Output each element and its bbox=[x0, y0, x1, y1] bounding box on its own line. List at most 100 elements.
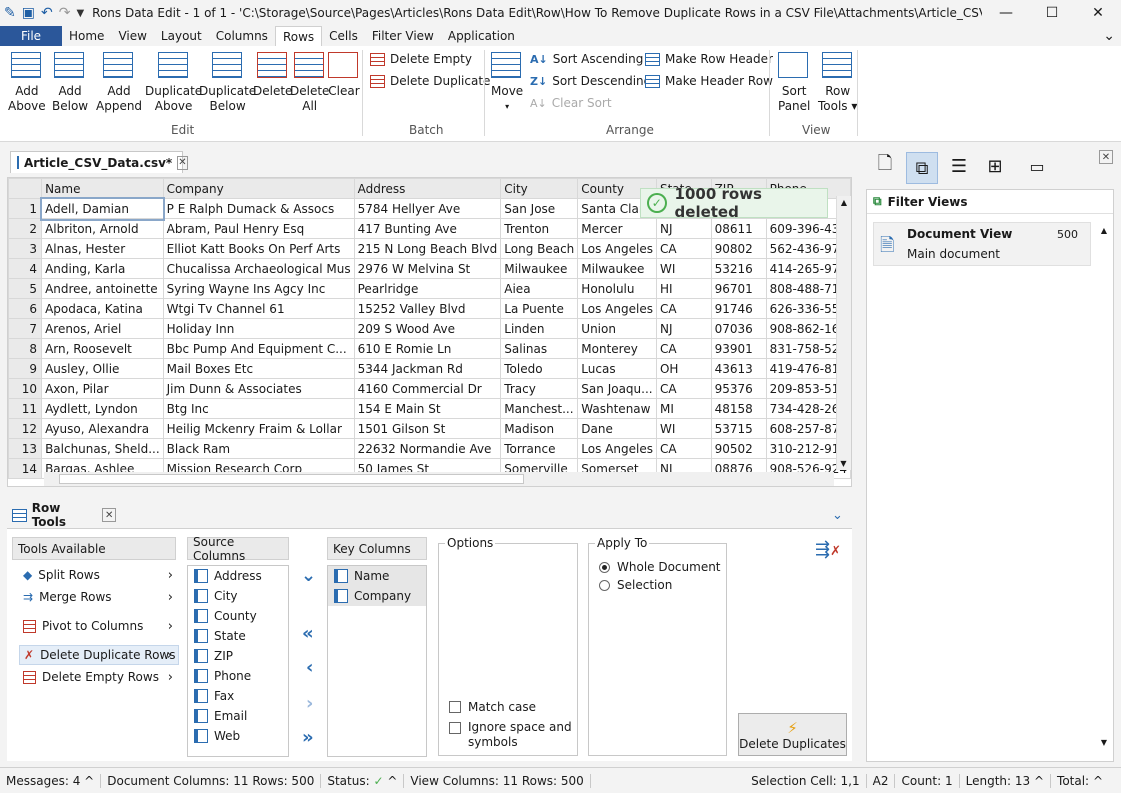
table-cell[interactable]: Wtgi Tv Channel 61 bbox=[162, 298, 355, 319]
column-header[interactable]: Company bbox=[162, 178, 355, 199]
list-item[interactable]: ZIP bbox=[188, 646, 288, 666]
table-cell[interactable]: Lucas bbox=[577, 358, 657, 379]
panel-collapse-icon[interactable]: ⌄ bbox=[832, 508, 843, 523]
table-cell[interactable]: 15252 Valley Blvd bbox=[353, 298, 502, 319]
row-tools-tab[interactable]: Row Tools ✕ bbox=[12, 501, 116, 529]
table-cell[interactable]: 43613 bbox=[710, 358, 767, 379]
horizontal-scroll-thumb[interactable] bbox=[59, 474, 524, 484]
tool-delete-duplicate-rows[interactable]: ✗ Delete Duplicate Rows › bbox=[19, 645, 179, 665]
total-status[interactable]: Total: ^ bbox=[1051, 774, 1121, 788]
table-cell[interactable]: Albriton, Arnold bbox=[41, 218, 164, 239]
table-cell[interactable]: Toledo bbox=[500, 358, 579, 379]
table-cell[interactable]: Union bbox=[577, 318, 657, 339]
column-header[interactable]: Name bbox=[41, 178, 164, 199]
table-cell[interactable]: NJ bbox=[655, 318, 712, 339]
list-item[interactable]: County bbox=[188, 606, 288, 626]
menu-filter-view[interactable]: Filter View bbox=[365, 26, 441, 46]
table-cell[interactable]: 48158 bbox=[710, 398, 767, 419]
table-cell[interactable]: 90802 bbox=[710, 238, 767, 259]
add-below-button[interactable]: Add Below bbox=[52, 52, 88, 114]
table-cell[interactable]: NJ bbox=[655, 218, 712, 239]
table-cell[interactable]: HI bbox=[655, 278, 712, 299]
table-cell[interactable]: 5784 Hellyer Ave bbox=[353, 198, 502, 219]
table-row[interactable]: 12 Ayuso, Alexandra Heilig Mckenry Fraim &… bbox=[8, 418, 851, 439]
table-cell[interactable]: P E Ralph Dumack & Assocs bbox=[162, 198, 355, 219]
sort-ascending-button[interactable]: A↓ Sort Ascending bbox=[530, 52, 643, 66]
table-cell[interactable]: Pearlridge bbox=[353, 278, 502, 299]
table-row[interactable]: 7 Arenos, Ariel Holiday Inn 209 S Wood Ave L… bbox=[8, 318, 851, 339]
row-number-header[interactable] bbox=[8, 178, 43, 199]
table-row[interactable]: 6 Apodaca, Katina Wtgi Tv Channel 61 15252 … bbox=[8, 298, 851, 319]
whole-document-radio[interactable]: Whole Document bbox=[599, 560, 721, 574]
row-number[interactable]: 12 bbox=[8, 418, 43, 439]
tool-merge-rows[interactable]: ⇉ Merge Rows › bbox=[19, 587, 179, 607]
table-row[interactable]: 11 Aydlett, Lyndon Btg Inc 154 E Main St Man… bbox=[8, 398, 851, 419]
table-cell[interactable]: Aydlett, Lyndon bbox=[41, 398, 164, 419]
minimize-button[interactable]: — bbox=[983, 0, 1029, 26]
table-cell[interactable]: Milwaukee bbox=[577, 258, 657, 279]
table-cell[interactable]: CA bbox=[655, 438, 712, 459]
grid-vertical-scrollbar[interactable]: ▲ ▼ bbox=[836, 196, 851, 470]
table-cell[interactable]: Black Ram bbox=[162, 438, 355, 459]
close-button[interactable]: ✕ bbox=[1075, 0, 1121, 26]
row-number[interactable]: 1 bbox=[8, 198, 43, 219]
table-cell[interactable]: Ayuso, Alexandra bbox=[41, 418, 164, 439]
terminal-icon[interactable]: ▭ bbox=[1022, 152, 1052, 180]
table-cell[interactable]: Anding, Karla bbox=[41, 258, 164, 279]
table-cell[interactable]: Los Angeles bbox=[577, 298, 657, 319]
list-scroll-down-icon[interactable]: ▼ bbox=[1101, 738, 1107, 747]
add-above-button[interactable]: Add Above bbox=[8, 52, 46, 114]
table-cell[interactable]: 22632 Normandie Ave bbox=[353, 438, 502, 459]
table-row[interactable]: 10 Axon, Pilar Jim Dunn & Associates 4160 C… bbox=[8, 378, 851, 399]
tool-delete-empty-rows[interactable]: Delete Empty Rows › bbox=[19, 667, 179, 687]
filter-views-icon[interactable]: ⧉ bbox=[906, 152, 938, 184]
make-header-row-button[interactable]: Make Header Row bbox=[645, 74, 773, 88]
row-number[interactable]: 3 bbox=[8, 238, 43, 259]
row-number[interactable]: 8 bbox=[8, 338, 43, 359]
table-cell[interactable]: 154 E Main St bbox=[353, 398, 502, 419]
menu-application[interactable]: Application bbox=[441, 26, 522, 46]
list-item[interactable]: Company bbox=[328, 586, 426, 606]
table-cell[interactable]: 5344 Jackman Rd bbox=[353, 358, 502, 379]
table-cell[interactable]: 2976 W Melvina St bbox=[353, 258, 502, 279]
row-number[interactable]: 2 bbox=[8, 218, 43, 239]
table-cell[interactable]: Bbc Pump And Equipment C... bbox=[162, 338, 355, 359]
table-cell[interactable]: 53216 bbox=[710, 258, 767, 279]
menu-rows[interactable]: Rows bbox=[274, 26, 323, 46]
row-number[interactable]: 14 bbox=[8, 458, 43, 479]
delete-button[interactable]: Delete bbox=[253, 52, 292, 99]
table-cell[interactable]: 1501 Gilson St bbox=[353, 418, 502, 439]
table-cell[interactable]: Apodaca, Katina bbox=[41, 298, 164, 319]
table-cell[interactable]: 07036 bbox=[710, 318, 767, 339]
column-header[interactable]: City bbox=[500, 178, 579, 199]
delete-duplicate-button[interactable]: Delete Duplicate bbox=[370, 74, 490, 88]
list-scroll-up-icon[interactable]: ▲ bbox=[1101, 226, 1107, 235]
delete-all-button[interactable]: Delete All bbox=[290, 52, 329, 114]
table-cell[interactable]: San Joaqu... bbox=[577, 378, 657, 399]
table-cell[interactable]: Tracy bbox=[500, 378, 579, 399]
add-append-button[interactable]: Add Append bbox=[96, 52, 142, 114]
ignore-space-checkbox[interactable]: Ignore space and symbols bbox=[449, 720, 572, 750]
layout-grid-icon[interactable]: ⊞ bbox=[980, 152, 1010, 180]
match-case-checkbox[interactable]: Match case bbox=[449, 700, 536, 714]
length-status[interactable]: Length: 13 ^ bbox=[960, 773, 1052, 788]
table-cell[interactable]: Linden bbox=[500, 318, 579, 339]
row-number[interactable]: 5 bbox=[8, 278, 43, 299]
table-cell[interactable]: Chucalissa Archaeological Mus bbox=[162, 258, 355, 279]
table-cell[interactable]: Arenos, Ariel bbox=[41, 318, 164, 339]
row-number[interactable]: 11 bbox=[8, 398, 43, 419]
list-item[interactable]: City bbox=[188, 586, 288, 606]
row-number[interactable]: 4 bbox=[8, 258, 43, 279]
apply-tool-icon[interactable]: ⇶✗ bbox=[815, 539, 841, 560]
table-row[interactable]: 8 Arn, Roosevelt Bbc Pump And Equipment C.… bbox=[8, 338, 851, 359]
tool-pivot-to-columns[interactable]: Pivot to Columns › bbox=[19, 616, 179, 636]
row-number[interactable]: 9 bbox=[8, 358, 43, 379]
table-cell[interactable]: 610 E Romie Ln bbox=[353, 338, 502, 359]
key-columns-list[interactable]: Name Company bbox=[327, 565, 427, 757]
tool-split-rows[interactable]: ◆ Split Rows › bbox=[19, 565, 179, 585]
source-columns-list[interactable]: Address City County State ZIP Phone Fax Email We… bbox=[187, 565, 289, 757]
row-number[interactable]: 7 bbox=[8, 318, 43, 339]
table-cell[interactable]: Andree, antoinette bbox=[41, 278, 164, 299]
table-cell[interactable]: Washtenaw bbox=[577, 398, 657, 419]
table-row[interactable]: 5 Andree, antoinette Syring Wayne Ins Agcy… bbox=[8, 278, 851, 299]
